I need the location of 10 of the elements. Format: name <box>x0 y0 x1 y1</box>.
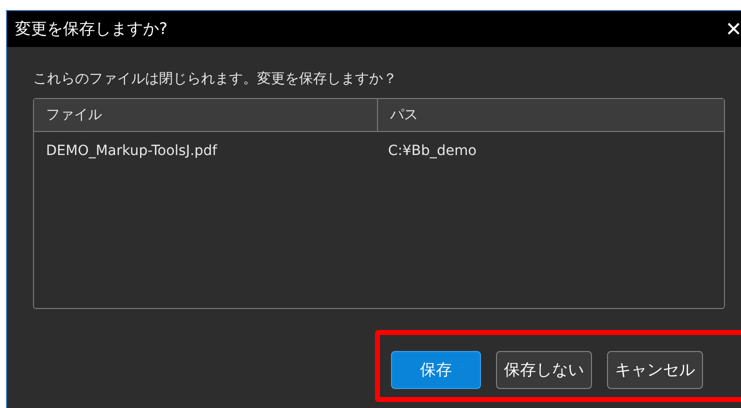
table-cell-text: C:¥Bb_demo <box>387 142 478 160</box>
dialog-button[interactable]: 保存しない <box>496 351 592 389</box>
column-header[interactable]: ファイル <box>34 99 378 131</box>
save-button[interactable]: 保存 <box>391 351 481 389</box>
message-text: これらのファイルは閉じられます。変更を保存しますか？ <box>33 70 398 89</box>
dialog-button[interactable]: キャンセル <box>607 351 703 389</box>
window-title: 変更を保存しますか? <box>15 18 168 40</box>
close-button[interactable]: ✕ <box>723 19 741 39</box>
column-header[interactable]: パス <box>378 99 724 131</box>
table-cell-text: DEMO_Markup-ToolsJ.pdf <box>45 142 218 160</box>
